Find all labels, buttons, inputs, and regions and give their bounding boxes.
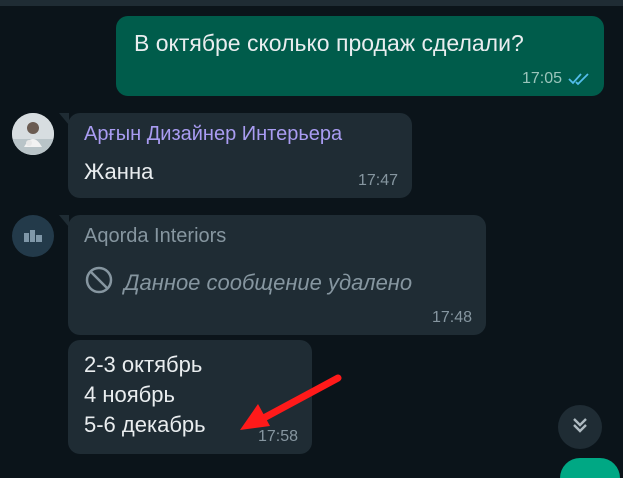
user-photo-avatar[interactable] bbox=[12, 113, 54, 155]
message-time: 17:47 bbox=[357, 172, 398, 189]
outgoing-message[interactable]: В октябре сколько продаж сделали? 17:05 bbox=[116, 16, 604, 96]
message-text: В октябре сколько продаж сделали? bbox=[134, 30, 524, 56]
incoming-message[interactable]: Арғын Дизайнер Интерьера Жанна 17:47 bbox=[59, 113, 412, 198]
message-line: 5-6 декабрь bbox=[84, 412, 206, 437]
message-line: 2-3 октябрь bbox=[84, 352, 203, 377]
scroll-to-bottom-button[interactable] bbox=[558, 405, 602, 449]
deleted-text: Данное сообщение удалено bbox=[124, 270, 413, 295]
incoming-message-deleted[interactable]: Aqorda Interiors Данное сообщение удален… bbox=[59, 215, 486, 335]
message-line: 4 ноябрь bbox=[84, 382, 175, 407]
sender-name[interactable]: Арғын Дизайнер Интерьера bbox=[84, 123, 342, 146]
deleted-notice: Данное сообщение удалено bbox=[84, 265, 412, 301]
floating-action-button[interactable] bbox=[560, 458, 620, 478]
sender-name[interactable]: Aqorda Interiors bbox=[84, 225, 226, 248]
business-avatar[interactable] bbox=[12, 215, 54, 257]
double-check-read-icon bbox=[568, 72, 590, 86]
message-text: Жанна bbox=[84, 159, 154, 184]
message-meta: 17:05 bbox=[522, 70, 590, 88]
top-strip bbox=[0, 0, 623, 6]
message-time: 17:48 bbox=[431, 309, 472, 326]
double-chevron-down-icon bbox=[570, 415, 590, 440]
block-icon bbox=[84, 265, 114, 301]
red-arrow-icon bbox=[236, 374, 346, 439]
message-lines: 2-3 октябрь 4 ноябрь 5-6 декабрь bbox=[84, 350, 206, 440]
message-time: 17:05 bbox=[521, 70, 562, 87]
